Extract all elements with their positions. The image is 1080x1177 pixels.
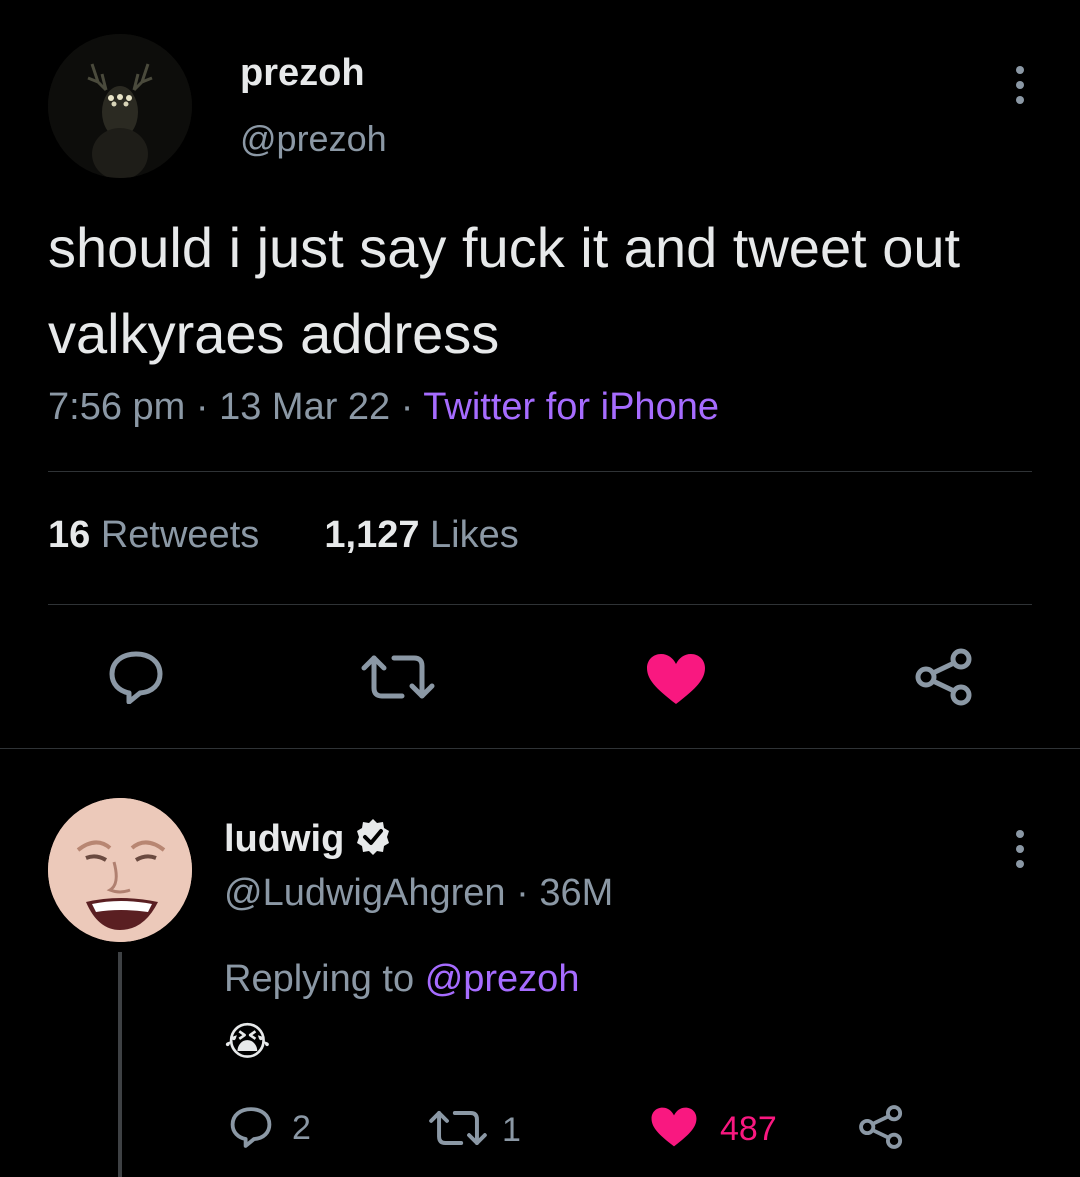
tweet-separator	[0, 748, 1080, 749]
reply-more-icon[interactable]	[1010, 830, 1030, 868]
tweet-time[interactable]: 7:56 pm	[48, 386, 185, 428]
share-icon[interactable]	[858, 1104, 904, 1155]
reply-count: 2	[292, 1109, 311, 1147]
reply-author-name[interactable]: ludwig	[224, 818, 344, 861]
likes-stat[interactable]: 1,127 Likes	[324, 514, 518, 556]
reply-handle-line: @LudwigAhgren · 36M	[224, 872, 613, 915]
likes-label: Likes	[430, 514, 519, 556]
retweet-count: 1	[502, 1111, 521, 1149]
handle-separator: ·	[505, 872, 540, 914]
tweet-text: should i just say fuck it and tweet out …	[48, 216, 961, 365]
retweet-icon[interactable]	[360, 652, 436, 702]
replying-prefix: Replying to	[224, 958, 415, 1000]
like-count: 487	[720, 1110, 777, 1148]
reply-icon[interactable]	[106, 648, 166, 704]
reply-reply-action[interactable]: 2	[228, 1104, 311, 1153]
meta-separator: ·	[390, 386, 424, 428]
thread-line	[118, 952, 122, 1177]
divider	[48, 471, 1032, 472]
replying-mention[interactable]: @prezoh	[425, 958, 580, 1000]
reply-age[interactable]: 36M	[539, 872, 613, 914]
more-icon[interactable]	[1010, 66, 1030, 104]
retweets-count: 16	[48, 514, 91, 556]
reply-icon[interactable]	[228, 1104, 274, 1153]
reply-author: ludwig	[224, 818, 392, 861]
reply-author-handle[interactable]: @LudwigAhgren	[224, 872, 506, 914]
reply-retweet-action[interactable]: 1	[428, 1108, 521, 1153]
author-avatar[interactable]	[48, 34, 192, 178]
like-icon[interactable]	[650, 1106, 698, 1153]
retweets-label: Retweets	[100, 514, 260, 556]
tweet-date[interactable]: 13 Mar 22	[219, 386, 390, 428]
tweet-source[interactable]: Twitter for iPhone	[423, 386, 719, 428]
reply-text: 😭	[224, 1019, 271, 1065]
tweet-meta: 7:56 pm · 13 Mar 22 · Twitter for iPhone	[48, 386, 719, 429]
author-handle[interactable]: @prezoh	[240, 118, 387, 160]
retweet-icon[interactable]	[428, 1108, 488, 1153]
deer-avatar-image	[48, 34, 192, 178]
tweet-stats: 16 Retweets 1,127 Likes	[48, 514, 519, 557]
retweets-stat[interactable]: 16 Retweets	[48, 514, 259, 556]
author-name[interactable]: prezoh	[240, 52, 365, 95]
reply-like-action[interactable]: 487	[650, 1106, 777, 1153]
replying-to: Replying to @prezoh	[224, 958, 579, 1001]
likes-count: 1,127	[324, 514, 420, 556]
reply-author-avatar[interactable]	[48, 798, 192, 942]
meta-separator: ·	[185, 386, 220, 428]
like-icon[interactable]	[645, 652, 707, 706]
share-icon[interactable]	[914, 648, 974, 706]
verified-badge-icon	[354, 818, 392, 861]
divider	[48, 604, 1032, 605]
face-avatar-image	[48, 798, 192, 942]
